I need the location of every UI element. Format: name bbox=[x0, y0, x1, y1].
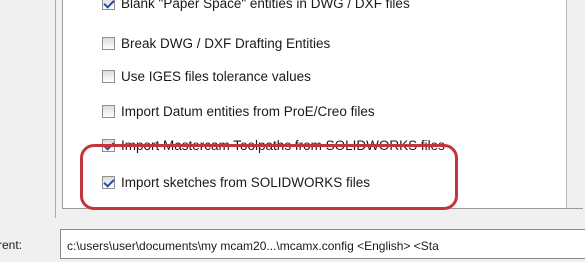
option-blank-paper-space[interactable]: Blank "Paper Space" entities in DWG / DX… bbox=[102, 0, 410, 14]
option-label: Import sketches from SOLIDWORKS files bbox=[121, 174, 371, 190]
option-break-drafting-entities[interactable]: Break DWG / DXF Drafting Entities bbox=[102, 32, 330, 54]
right-panel bbox=[566, 0, 585, 208]
checkbox-iges-tolerance[interactable] bbox=[102, 69, 115, 83]
option-label: Break DWG / DXF Drafting Entities bbox=[121, 35, 331, 51]
option-import-datum[interactable]: Import Datum entities from ProE/Creo fil… bbox=[102, 100, 375, 122]
option-label: Use IGES files tolerance values bbox=[121, 68, 311, 84]
checkbox-import-toolpaths[interactable] bbox=[102, 138, 115, 152]
checkbox-import-sketches[interactable] bbox=[102, 175, 115, 189]
option-iges-tolerance[interactable]: Use IGES files tolerance values bbox=[102, 65, 311, 87]
checkbox-break-drafting-entities[interactable] bbox=[102, 36, 115, 50]
checkbox-import-datum[interactable] bbox=[102, 104, 115, 118]
option-label: Blank "Paper Space" entities in DWG / DX… bbox=[121, 0, 410, 11]
option-label: Import Mastercam Toolpaths from SOLIDWOR… bbox=[121, 137, 445, 153]
left-panel bbox=[0, 0, 56, 218]
option-import-sketches[interactable]: Import sketches from SOLIDWORKS files bbox=[102, 171, 370, 193]
option-label: Import Datum entities from ProE/Creo fil… bbox=[121, 103, 375, 119]
config-path-field[interactable]: c:\users\user\documents\my mcam20...\mca… bbox=[60, 229, 585, 259]
current-config-label: rent: bbox=[0, 238, 23, 252]
option-import-toolpaths[interactable]: Import Mastercam Toolpaths from SOLIDWOR… bbox=[102, 134, 445, 156]
checkbox-blank-paper-space[interactable] bbox=[102, 0, 115, 10]
